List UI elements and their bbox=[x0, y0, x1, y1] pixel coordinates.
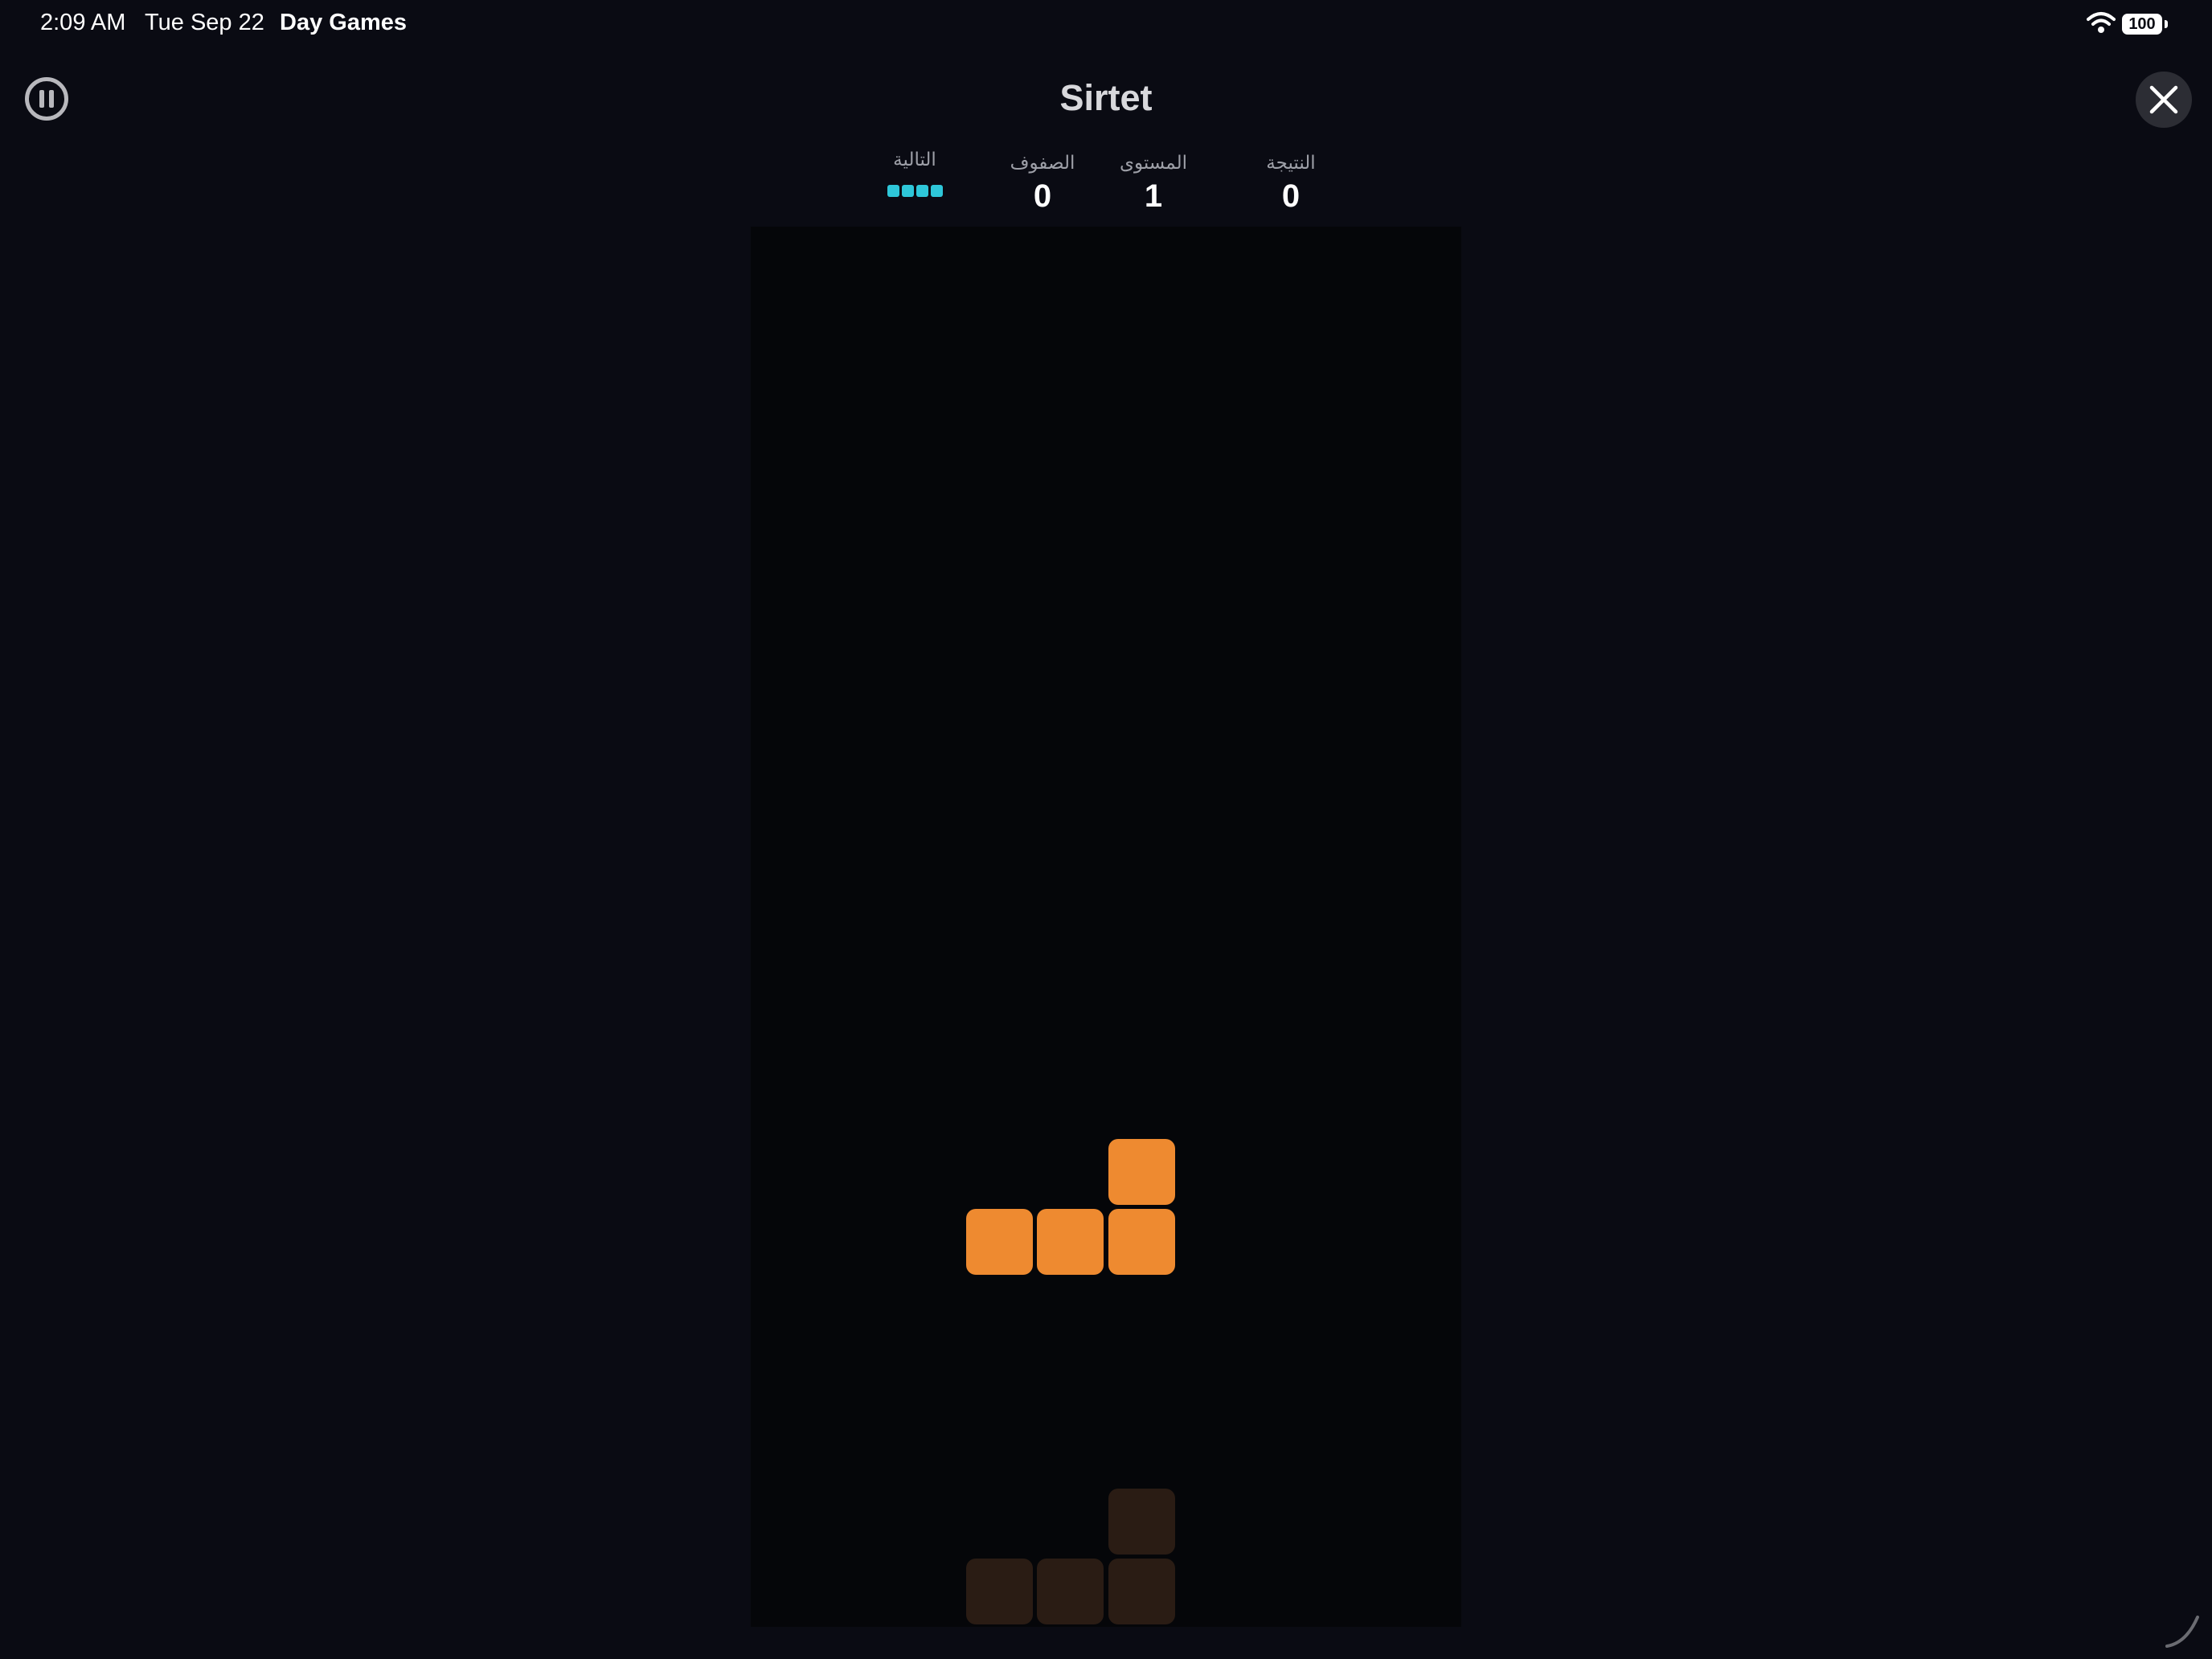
loading-arc-icon bbox=[2165, 1616, 2199, 1648]
pause-circle-icon bbox=[39, 90, 44, 108]
active-piece-block bbox=[1037, 1208, 1104, 1275]
game-title: Sirtet bbox=[1059, 77, 1153, 118]
lines-stat: الصفوف 0 bbox=[986, 150, 1099, 215]
close-button[interactable] bbox=[2136, 72, 2192, 128]
score-stat: النتيجة 0 bbox=[1235, 150, 1347, 215]
next-piece-block bbox=[916, 185, 928, 197]
status-app-name: Day Games bbox=[280, 10, 407, 35]
next-piece-block bbox=[930, 185, 943, 197]
level-stat: المستوى 1 bbox=[1097, 150, 1210, 215]
ghost-piece-block bbox=[1108, 1489, 1175, 1555]
next-piece-preview bbox=[858, 174, 971, 212]
level-label: المستوى bbox=[1119, 153, 1188, 174]
score-value: 0 bbox=[1281, 178, 1301, 214]
next-piece-block bbox=[901, 185, 914, 197]
battery-level: 100 bbox=[2128, 14, 2156, 33]
status-bar: 2:09 AM Tue Sep 22 Day Games 100 bbox=[0, 0, 2212, 51]
ghost-piece-block bbox=[1037, 1559, 1104, 1625]
game-board[interactable] bbox=[751, 227, 1461, 1627]
battery-icon: 100 bbox=[2122, 14, 2168, 36]
next-piece-stat: التالية bbox=[858, 150, 971, 212]
next-piece-block bbox=[887, 185, 899, 197]
lines-value: 0 bbox=[1033, 178, 1052, 214]
pause-button[interactable] bbox=[25, 77, 68, 121]
score-label: النتيجة bbox=[1266, 153, 1316, 174]
status-time: 2:09 AM bbox=[40, 10, 126, 35]
status-date: Tue Sep 22 bbox=[145, 10, 264, 35]
active-piece-block bbox=[1108, 1138, 1175, 1205]
active-piece-block bbox=[1108, 1208, 1175, 1275]
active-piece-block bbox=[965, 1208, 1034, 1275]
level-value: 1 bbox=[1144, 178, 1163, 214]
ghost-piece-block bbox=[965, 1559, 1034, 1625]
next-label: التالية bbox=[893, 150, 936, 170]
ghost-piece-block bbox=[1108, 1559, 1175, 1625]
wifi-icon bbox=[2087, 12, 2116, 33]
lines-label: الصفوف bbox=[1010, 153, 1075, 174]
close-x-icon bbox=[2149, 85, 2178, 114]
